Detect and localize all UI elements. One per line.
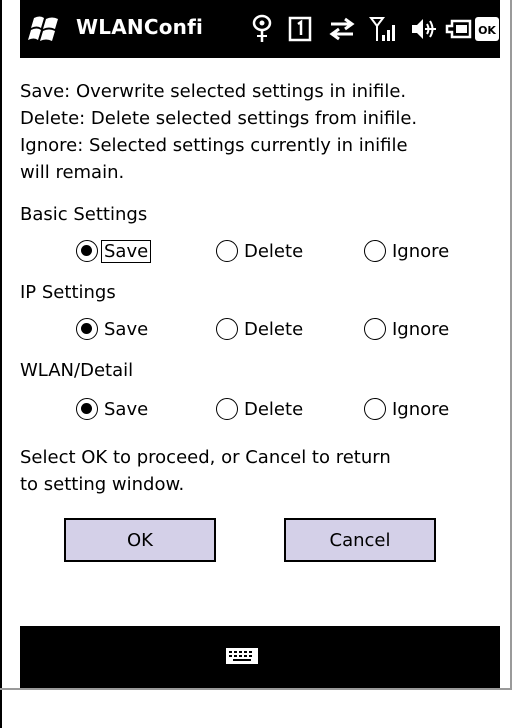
- keyboard-icon[interactable]: [225, 646, 259, 670]
- radio-unchecked-indicator: [216, 398, 238, 420]
- menu-bar: [20, 626, 500, 688]
- start-menu-icon[interactable]: [28, 14, 62, 44]
- sim-slot-1-icon[interactable]: [286, 12, 314, 46]
- radio-unchecked-indicator: [216, 240, 238, 262]
- battery-icon[interactable]: [444, 12, 474, 46]
- app-title: WLANConfi: [76, 15, 204, 39]
- volume-icon[interactable]: [408, 12, 438, 46]
- connectivity-icon[interactable]: [250, 12, 274, 46]
- radio-unchecked-indicator: [364, 240, 386, 262]
- ok-badge-label: OK: [478, 24, 496, 37]
- title-bar: WLANConfi OK: [20, 0, 500, 58]
- wlan-detail-save-radio[interactable]: Save: [76, 394, 148, 424]
- instruction-line-2: to setting window.: [20, 474, 185, 495]
- description-line-save: Save: Overwrite selected settings in ini…: [20, 81, 407, 102]
- save-option-label: Save: [101, 239, 152, 263]
- ignore-option-label: Ignore: [392, 398, 450, 420]
- wlan-detail-label: WLAN/Detail: [20, 360, 134, 381]
- basic-settings-delete-radio[interactable]: Delete: [216, 236, 303, 266]
- description-text: Save: Overwrite selected settings in ini…: [20, 78, 496, 186]
- save-option-label: Save: [104, 398, 149, 420]
- ip-settings-save-radio[interactable]: Save: [76, 314, 148, 344]
- window-frame-bottom: [0, 688, 512, 690]
- basic-settings-ignore-radio[interactable]: Ignore: [364, 236, 449, 266]
- basic-settings-save-radio[interactable]: Save: [76, 236, 152, 266]
- ignore-option-label: Ignore: [392, 318, 450, 340]
- radio-unchecked-indicator: [364, 318, 386, 340]
- window-frame-left: [0, 0, 2, 728]
- description-line-ignore-cont: will remain.: [20, 162, 125, 183]
- dialog-content: Save: Overwrite selected settings in ini…: [20, 58, 500, 618]
- cancel-button[interactable]: Cancel: [284, 518, 436, 562]
- device-screen: WLANConfi OK Save: Overwrite selected se…: [20, 0, 500, 688]
- ip-settings-delete-radio[interactable]: Delete: [216, 314, 303, 344]
- radio-unchecked-indicator: [216, 318, 238, 340]
- wlan-detail-delete-radio[interactable]: Delete: [216, 394, 303, 424]
- description-line-ignore: Ignore: Selected settings currently in i…: [20, 135, 408, 156]
- data-transfer-icon[interactable]: [326, 12, 358, 46]
- radio-checked-indicator: [76, 398, 98, 420]
- radio-checked-indicator: [76, 240, 98, 262]
- ip-settings-label: IP Settings: [20, 282, 116, 303]
- ok-button-icon[interactable]: OK: [474, 12, 500, 46]
- radio-checked-indicator: [76, 318, 98, 340]
- description-line-delete: Delete: Delete selected settings from in…: [20, 108, 418, 129]
- instruction-text: Select OK to proceed, or Cancel to retur…: [20, 444, 496, 498]
- ok-button[interactable]: OK: [64, 518, 216, 562]
- ip-settings-ignore-radio[interactable]: Ignore: [364, 314, 449, 344]
- delete-option-label: Delete: [244, 318, 304, 340]
- delete-option-label: Delete: [244, 240, 304, 262]
- radio-unchecked-indicator: [364, 398, 386, 420]
- instruction-line-1: Select OK to proceed, or Cancel to retur…: [20, 447, 391, 468]
- ignore-option-label: Ignore: [392, 240, 450, 262]
- save-option-label: Save: [104, 318, 149, 340]
- basic-settings-label: Basic Settings: [20, 204, 148, 225]
- wlan-detail-ignore-radio[interactable]: Ignore: [364, 394, 449, 424]
- signal-strength-icon[interactable]: [368, 12, 398, 46]
- delete-option-label: Delete: [244, 398, 304, 420]
